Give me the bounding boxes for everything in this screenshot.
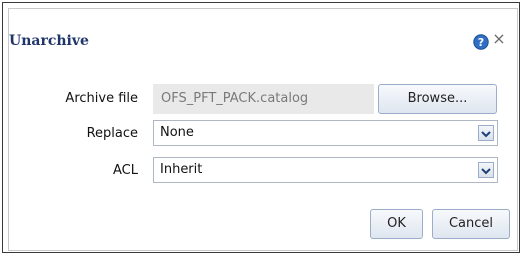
chevron-down-icon-glyph: [481, 168, 491, 175]
acl-label: ACL: [113, 163, 138, 178]
close-icon[interactable]: ×: [491, 29, 507, 49]
help-icon[interactable]: ?: [473, 34, 489, 50]
acl-select-value: Inherit: [160, 162, 203, 177]
ok-button[interactable]: OK: [370, 209, 423, 239]
archive-file-field: OFS_PFT_PACK.catalog: [153, 84, 374, 114]
acl-select[interactable]: Inherit: [153, 157, 498, 183]
svg-text:?: ?: [478, 36, 484, 49]
browse-button[interactable]: Browse...: [378, 84, 497, 114]
dialog-title: Unarchive: [9, 33, 89, 49]
replace-select[interactable]: None: [153, 120, 498, 146]
cancel-button[interactable]: Cancel: [432, 209, 510, 239]
chevron-down-icon[interactable]: [478, 162, 494, 178]
chevron-down-icon-glyph: [481, 131, 491, 138]
replace-label: Replace: [86, 126, 138, 141]
replace-select-value: None: [160, 125, 194, 140]
archive-file-label: Archive file: [65, 91, 138, 106]
chevron-down-icon[interactable]: [478, 125, 494, 141]
